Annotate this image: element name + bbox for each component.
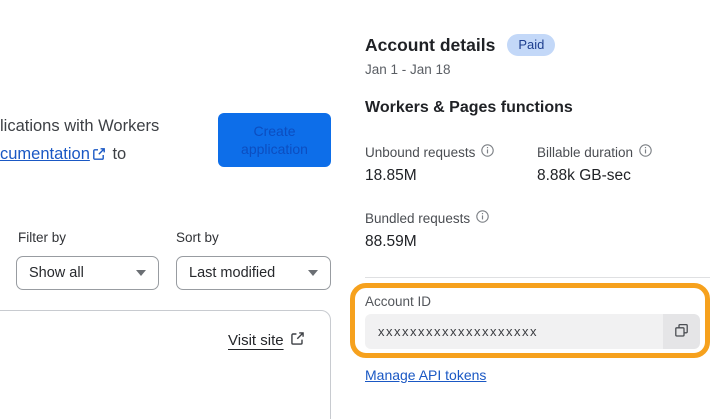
workers-pages-dashboard: lications with Workers cumentation to Cr… [0,0,718,419]
external-link-icon [290,331,305,350]
manage-api-tokens-link[interactable]: Manage API tokens [365,367,486,383]
account-details-title: Account details [365,34,496,55]
project-card [0,310,331,419]
metric-value-billable-duration: 8.88k GB-sec [537,167,631,184]
intro-paragraph: lications with Workers cumentation to [0,112,215,170]
metric-label-unbound-requests: Unbound requests [365,144,495,160]
visit-site-label: Visit site [228,332,284,349]
sort-dropdown-value: Last modified [189,265,276,281]
metric-label-billable-duration: Billable duration [537,144,652,160]
section-divider [365,277,710,278]
visit-site-link[interactable]: Visit site [228,331,305,350]
filter-dropdown[interactable]: Show all [16,256,159,290]
paid-plan-badge: Paid [507,34,556,56]
info-icon[interactable] [639,144,652,160]
metric-value-unbound-requests: 18.85M [365,167,417,184]
filter-dropdown-value: Show all [29,265,84,281]
create-application-button[interactable]: Create application [218,113,331,167]
billing-date-range: Jan 1 - Jan 18 [365,62,451,77]
account-id-label: Account ID [365,294,432,309]
functions-section-title: Workers & Pages functions [365,99,573,116]
info-icon[interactable] [481,144,495,160]
metric-value-bundled-requests: 88.59M [365,233,417,250]
copy-account-id-button[interactable] [663,314,700,349]
intro-text-line1: lications with Workers [0,117,160,135]
chevron-down-icon [136,270,146,276]
account-id-input[interactable] [365,324,663,339]
metric-label-bundled-requests: Bundled requests [365,210,489,226]
copy-icon [674,323,689,341]
documentation-link[interactable]: cumentation [0,145,90,163]
info-icon[interactable] [476,210,489,226]
external-link-icon [92,142,106,170]
sort-by-label: Sort by [176,230,219,245]
account-id-field-group [365,314,700,349]
filter-by-label: Filter by [18,230,67,245]
sort-dropdown[interactable]: Last modified [176,256,331,290]
chevron-down-icon [308,270,318,276]
intro-text-suffix: to [107,145,127,163]
